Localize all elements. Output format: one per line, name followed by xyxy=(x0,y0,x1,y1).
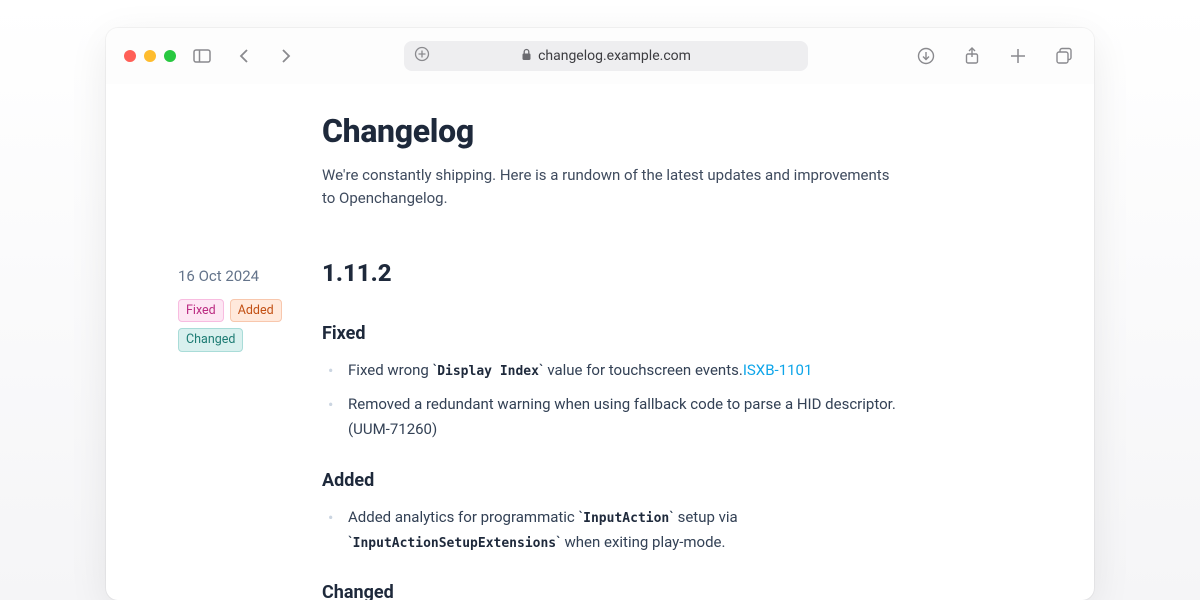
address-url: changelog.example.com xyxy=(538,48,691,64)
new-tab-icon[interactable] xyxy=(1006,44,1030,68)
tag-added[interactable]: Added xyxy=(230,299,282,323)
list-item: Added analytics for programmatic `InputA… xyxy=(322,505,902,555)
release-body: 1.11.2 Fixed Fixed wrong `Display Index`… xyxy=(322,259,902,600)
window-close-button[interactable] xyxy=(124,50,136,62)
section-heading-added: Added xyxy=(322,470,902,491)
release-meta: 16 Oct 2024 Fixed Added Changed xyxy=(178,259,308,352)
tag-changed[interactable]: Changed xyxy=(178,328,243,352)
forward-button[interactable] xyxy=(274,44,298,68)
back-button[interactable] xyxy=(232,44,256,68)
lock-icon xyxy=(521,48,532,65)
downloads-icon[interactable] xyxy=(914,44,938,68)
page-title: Changelog xyxy=(322,112,902,150)
tab-overview-icon[interactable] xyxy=(1052,44,1076,68)
list-item: Removed a redundant warning when using f… xyxy=(322,392,902,442)
section-heading-changed: Changed xyxy=(322,582,902,600)
version-heading: 1.11.2 xyxy=(322,259,902,287)
window-minimize-button[interactable] xyxy=(144,50,156,62)
browser-window: changelog.example.com Changelog We're co… xyxy=(106,28,1094,600)
release-date: 16 Oct 2024 xyxy=(178,267,308,285)
site-settings-icon[interactable] xyxy=(414,46,430,66)
section-heading-fixed: Fixed xyxy=(322,323,902,344)
list-item: Fixed wrong `Display Index` value for to… xyxy=(322,358,902,383)
code-token: InputAction xyxy=(583,511,669,526)
page-description: We're constantly shipping. Here is a run… xyxy=(322,164,902,211)
sidebar-toggle-icon[interactable] xyxy=(190,44,214,68)
window-zoom-button[interactable] xyxy=(164,50,176,62)
page-content: Changelog We're constantly shipping. Her… xyxy=(106,84,1094,600)
browser-chrome: changelog.example.com xyxy=(106,28,1094,84)
address-bar[interactable]: changelog.example.com xyxy=(404,41,808,71)
share-icon[interactable] xyxy=(960,44,984,68)
traffic-lights xyxy=(124,50,176,62)
code-token: InputActionSetupExtensions xyxy=(353,536,557,551)
tag-fixed[interactable]: Fixed xyxy=(178,299,224,323)
ticket-link[interactable]: ISXB-1101 xyxy=(743,361,813,379)
code-token: Display Index xyxy=(437,364,539,379)
